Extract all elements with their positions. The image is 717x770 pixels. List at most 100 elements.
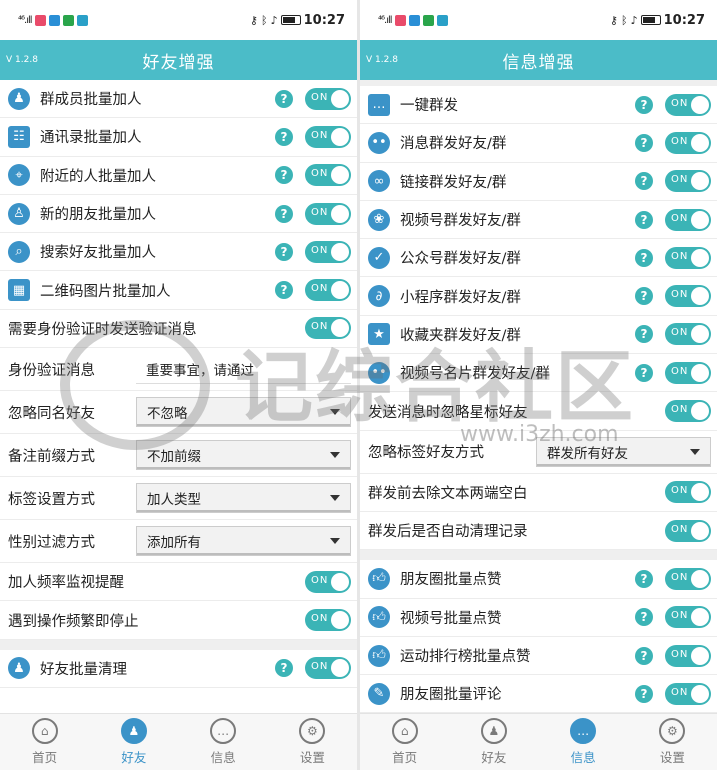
- tag-setting-select[interactable]: 加人类型: [136, 483, 351, 514]
- friend-enhance-panel: ⁴⁶.ıll ⚷ ᛒ ♪ 10:27 V 1.2.8 好友增强 ♟ 群成员批量加人? ON…: [0, 0, 357, 770]
- verify-message-input[interactable]: 重要事宜，请通过: [136, 354, 351, 385]
- toggle-switch[interactable]: ON: [305, 279, 351, 302]
- toggle-switch[interactable]: ON: [665, 246, 711, 269]
- tab-home[interactable]: ⌂ 首页: [0, 714, 89, 770]
- list-item[interactable]: •• 视频号名片群发好友/群? ON: [360, 354, 717, 393]
- list-item[interactable]: 加人频率监视提醒 ON: [0, 563, 357, 602]
- list-item: 忽略同名好友 不忽略: [0, 391, 357, 435]
- toggle-switch[interactable]: ON: [305, 609, 351, 632]
- list-item[interactable]: ★ 收藏夹群发好友/群? ON: [360, 316, 717, 355]
- toggle-switch[interactable]: ON: [305, 202, 351, 225]
- new-friend-icon: ♙: [8, 202, 30, 225]
- toggle-switch[interactable]: ON: [665, 285, 711, 308]
- list-item[interactable]: ▦ 二维码图片批量加人? ON: [0, 271, 357, 310]
- toggle-switch[interactable]: ON: [665, 519, 711, 542]
- toggle-switch[interactable]: ON: [665, 567, 711, 590]
- list-item[interactable]: ∞ 链接群发好友/群? ON: [360, 163, 717, 201]
- toggle-switch[interactable]: ON: [665, 361, 711, 384]
- tab-messages[interactable]: … 信息: [539, 714, 628, 770]
- app-icon: [34, 14, 46, 26]
- toggle-switch[interactable]: ON: [665, 170, 711, 193]
- toggle-switch[interactable]: ON: [305, 317, 351, 340]
- list-item[interactable]: 发送消息时忽略星标好友 ON: [360, 392, 717, 431]
- list-item[interactable]: 👍︎ 朋友圈批量点赞? ON: [360, 560, 717, 599]
- help-icon[interactable]: ?: [635, 172, 653, 191]
- list-item[interactable]: 👍︎ 视频号批量点赞? ON: [360, 599, 717, 637]
- toggle-switch[interactable]: ON: [665, 606, 711, 629]
- help-icon[interactable]: ?: [275, 127, 293, 146]
- list-item[interactable]: ⌖ 附近的人批量加人? ON: [0, 157, 357, 195]
- remark-prefix-select[interactable]: 不加前缀: [136, 440, 351, 471]
- list-item: 忽略标签好友方式 群发所有好友: [360, 431, 717, 474]
- toggle-switch[interactable]: ON: [305, 570, 351, 593]
- tab-home[interactable]: ⌂ 首页: [360, 714, 449, 770]
- help-icon[interactable]: ?: [275, 89, 293, 108]
- help-icon[interactable]: ?: [275, 204, 293, 223]
- help-icon[interactable]: ?: [275, 166, 293, 185]
- tab-settings[interactable]: ⚙ 设置: [628, 714, 717, 770]
- toggle-switch[interactable]: ON: [305, 657, 351, 680]
- list-item[interactable]: 群发后是否自动清理记录 ON: [360, 512, 717, 551]
- title-bar: V 1.2.8 信息增强: [360, 40, 717, 80]
- help-icon[interactable]: ?: [635, 287, 653, 306]
- list-item[interactable]: 需要身份验证时发送验证消息 ON: [0, 310, 357, 349]
- list-item[interactable]: ✎ 朋友圈批量评论? ON: [360, 675, 717, 713]
- toggle-switch[interactable]: ON: [665, 208, 711, 231]
- help-icon[interactable]: ?: [635, 133, 653, 152]
- help-icon[interactable]: ?: [635, 325, 653, 344]
- duplicate-name-select[interactable]: 不忽略: [136, 397, 351, 428]
- list-item[interactable]: •• 消息群发好友/群? ON: [360, 124, 717, 163]
- toggle-switch[interactable]: ON: [665, 481, 711, 504]
- list-item[interactable]: ♙ 新的朋友批量加人? ON: [0, 195, 357, 234]
- help-icon[interactable]: ?: [635, 95, 653, 114]
- gear-icon: ⚙: [659, 718, 686, 744]
- list-item[interactable]: … 一键群发? ON: [360, 86, 717, 125]
- tab-friends[interactable]: ♟ 好友: [89, 714, 178, 770]
- list-item[interactable]: ♟ 群成员批量加人? ON: [0, 80, 357, 119]
- list-item[interactable]: ❀ 视频号群发好友/群? ON: [360, 201, 717, 240]
- help-icon[interactable]: ?: [635, 210, 653, 229]
- help-icon[interactable]: ?: [275, 281, 293, 300]
- help-icon[interactable]: ?: [635, 646, 653, 665]
- toggle-switch[interactable]: ON: [665, 93, 711, 116]
- toggle-switch[interactable]: ON: [665, 323, 711, 346]
- toggle-switch[interactable]: ON: [305, 240, 351, 263]
- help-icon[interactable]: ?: [275, 659, 293, 678]
- app-icon: [436, 14, 448, 26]
- toggle-switch[interactable]: ON: [665, 644, 711, 667]
- tab-friends[interactable]: ♟ 好友: [449, 714, 538, 770]
- help-icon[interactable]: ?: [275, 242, 293, 261]
- help-icon[interactable]: ?: [635, 248, 653, 267]
- gender-filter-select[interactable]: 添加所有: [136, 526, 351, 557]
- ignore-tag-select[interactable]: 群发所有好友: [536, 436, 711, 467]
- list-item[interactable]: ♟ 好友批量清理? ON: [0, 650, 357, 688]
- tab-settings[interactable]: ⚙ 设置: [268, 714, 357, 770]
- help-icon[interactable]: ?: [635, 569, 653, 588]
- list-item[interactable]: 👍︎ 运动排行榜批量点赞? ON: [360, 637, 717, 676]
- help-icon[interactable]: ?: [635, 363, 653, 382]
- section-gap: [360, 550, 717, 561]
- dropdown-arrow-icon: [330, 409, 340, 416]
- help-icon[interactable]: ?: [635, 684, 653, 703]
- list-item[interactable]: 群发前去除文本两端空白 ON: [360, 474, 717, 512]
- home-icon: ⌂: [31, 718, 58, 744]
- video-channel-icon: ❀: [368, 208, 390, 231]
- toggle-switch[interactable]: ON: [305, 125, 351, 148]
- toggle-switch[interactable]: ON: [665, 682, 711, 705]
- list-item[interactable]: ∂ 小程序群发好友/群? ON: [360, 277, 717, 316]
- search-icon: ⌕: [8, 240, 30, 263]
- dropdown-arrow-icon: [330, 538, 340, 545]
- toggle-switch[interactable]: ON: [665, 131, 711, 154]
- tab-messages[interactable]: … 信息: [179, 714, 268, 770]
- friend-cleanup-icon: ♟: [8, 657, 30, 680]
- list-item[interactable]: 遇到操作频繁即停止 ON: [0, 601, 357, 640]
- help-icon[interactable]: ?: [635, 608, 653, 627]
- toggle-switch[interactable]: ON: [305, 164, 351, 187]
- list-item[interactable]: ✓ 公众号群发好友/群? ON: [360, 239, 717, 278]
- list-item[interactable]: ☷ 通讯录批量加人? ON: [0, 118, 357, 157]
- thumbs-up-icon: 👍︎: [368, 606, 390, 629]
- list-item[interactable]: ⌕ 搜索好友批量加人? ON: [0, 233, 357, 272]
- toggle-switch[interactable]: ON: [305, 87, 351, 110]
- toggle-switch[interactable]: ON: [665, 400, 711, 423]
- signal-icon: ⁴⁶.ıll: [18, 14, 32, 26]
